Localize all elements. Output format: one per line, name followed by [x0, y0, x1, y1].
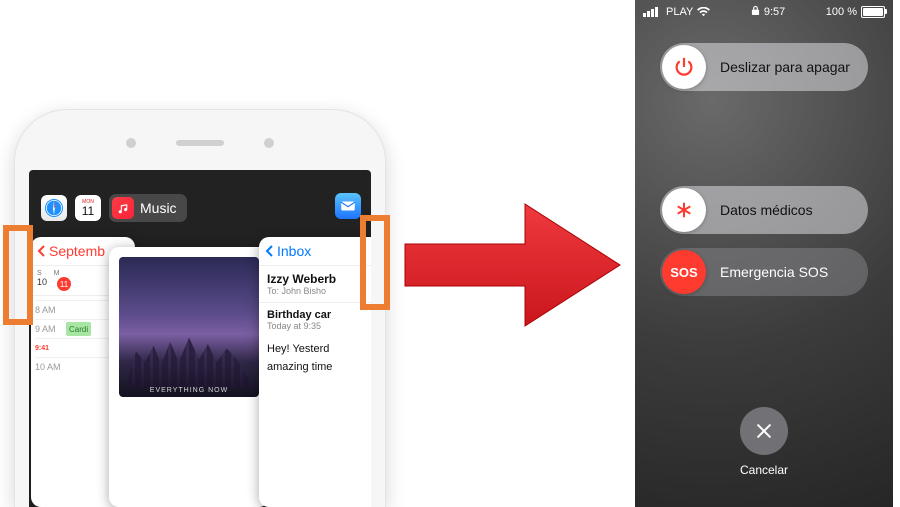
mail-body-line2: amazing time [259, 355, 371, 373]
weekday: M [54, 270, 60, 277]
mail-to-name: John Bisho [282, 286, 327, 296]
arrow-icon [400, 200, 625, 330]
cancel-button[interactable] [740, 407, 788, 455]
cancel-group: Cancelar [635, 407, 893, 477]
iphone-left-mockup: MON11 Music Septemb [15, 110, 385, 507]
album-caption: EVERYTHING NOW [119, 387, 259, 394]
mail-body-line1: Hey! Yesterd [259, 337, 371, 355]
dock-bar: MON11 Music [29, 189, 371, 227]
volume-button-callout [3, 225, 33, 325]
calendar-month-label: Septemb [49, 243, 105, 259]
sos-icon[interactable]: SOS [662, 250, 706, 294]
hour-label: 8 AM [35, 305, 56, 315]
calendar-icon: MON11 [75, 195, 101, 221]
wifi-icon [697, 6, 710, 18]
lock-icon [751, 5, 760, 19]
safari-icon [41, 195, 67, 221]
mail-to-prefix: To: [267, 286, 279, 296]
medical-icon[interactable] [662, 188, 706, 232]
mail-subject: Birthday car [259, 303, 371, 321]
hour-label: 9 AM [35, 324, 56, 334]
emergency-sos-slider[interactable]: SOS Emergencia SOS [660, 248, 868, 296]
power-icon[interactable] [662, 45, 706, 89]
music-icon [112, 197, 134, 219]
mail-timestamp: Today at 9:35 [259, 321, 371, 337]
status-bar: PLAY 9:57 100 % [635, 0, 893, 22]
battery-icon [861, 6, 885, 18]
hour-label: 10 AM [35, 362, 61, 372]
battery-pct: 100 % [826, 6, 857, 18]
medical-id-label: Datos médicos [720, 202, 813, 218]
app-switcher-screen: MON11 Music Septemb [29, 170, 371, 507]
calendar-event: Cardi [66, 322, 91, 336]
power-off-label: Deslizar para apagar [720, 59, 850, 75]
music-app-chip[interactable]: Music [109, 194, 187, 222]
side-button-callout [360, 215, 390, 310]
sos-knob-text: SOS [670, 265, 697, 280]
clock-time: 9:57 [764, 6, 785, 18]
inbox-label: Inbox [277, 243, 311, 259]
music-card[interactable]: EVERYTHING NOW [109, 247, 269, 507]
phone-forehead [15, 138, 385, 148]
sos-label: Emergencia SOS [720, 264, 828, 280]
mail-card[interactable]: Inbox Izzy Weberb To: John Bisho Birthda… [259, 237, 371, 507]
cal-date: 10 [37, 277, 47, 291]
mail-icon [335, 193, 361, 219]
album-art: EVERYTHING NOW [119, 257, 259, 397]
power-off-screen: PLAY 9:57 100 % Deslizar para apagar Dat… [635, 0, 893, 507]
weekday: S [37, 270, 42, 277]
medical-id-slider[interactable]: Datos médicos [660, 186, 868, 234]
slide-to-power-off[interactable]: Deslizar para apagar [660, 43, 868, 91]
mail-back[interactable]: Inbox [259, 237, 371, 266]
now-marker: 9:41 [35, 345, 49, 352]
mail-from: Izzy Weberb [267, 272, 371, 286]
signal-icon [643, 7, 658, 17]
cal-date-today: 11 [57, 277, 71, 291]
carrier-label: PLAY [666, 6, 693, 18]
music-label: Music [140, 200, 177, 216]
cancel-label: Cancelar [740, 463, 788, 477]
